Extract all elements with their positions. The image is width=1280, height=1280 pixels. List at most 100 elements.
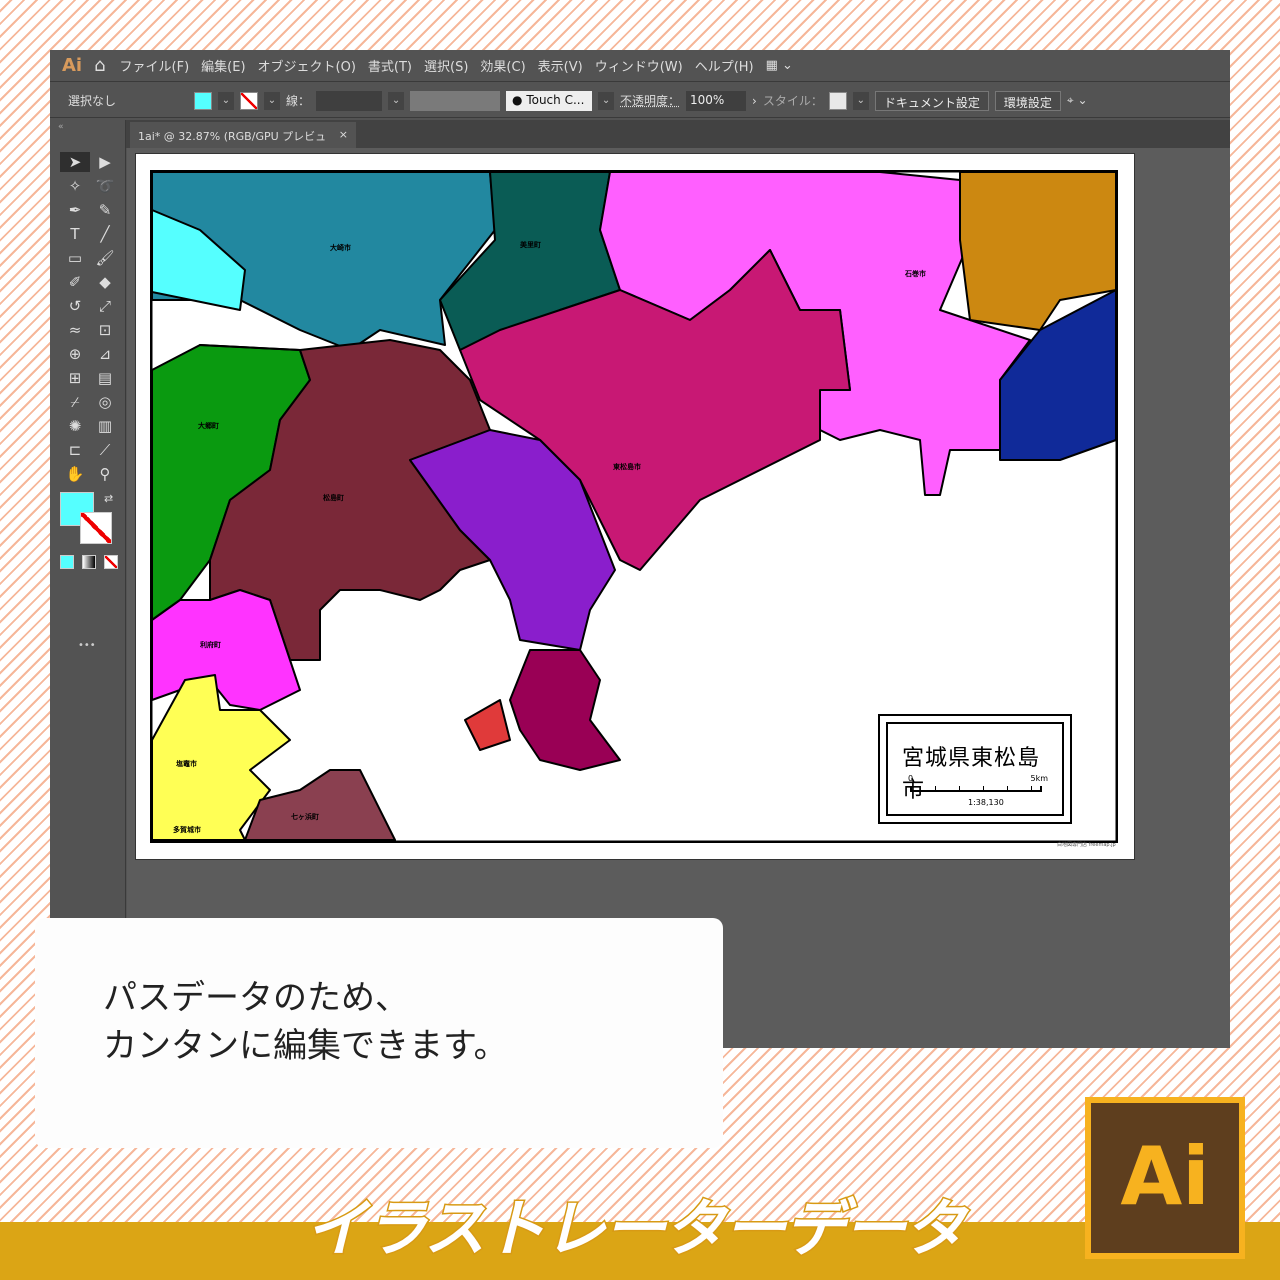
fill-dropdown[interactable]: ⌄ [218, 91, 234, 110]
slice-tool-icon[interactable]: ⟋ [90, 440, 120, 460]
caption-line-1: パスデータのため、 [103, 978, 409, 1018]
control-bar: 選択なし ⌄ ⌄ 線： ⌄ ● Touch C... ⌄ 不透明度： 100% … [50, 84, 1230, 118]
collapse-icon[interactable]: « [50, 120, 125, 134]
label-taigo: 大郷町 [198, 422, 219, 430]
brush-name: Touch C... [526, 92, 585, 107]
scale-ratio: 1:38,130 [968, 798, 1004, 807]
arrange-icon[interactable]: ⌖ ⌄ [1067, 93, 1088, 108]
variable-width-profile[interactable] [410, 90, 501, 111]
document-settings-button[interactable]: ドキュメント設定 [874, 90, 989, 111]
illustrator-logo-text: Ai [1091, 1103, 1239, 1253]
direct-selection-tool-icon[interactable]: ▶ [90, 152, 120, 172]
label-rifu: 利府町 [200, 641, 221, 649]
style-label: スタイル： [762, 94, 823, 108]
label-matsushima: 松島町 [323, 494, 344, 502]
stroke-dropdown[interactable]: ⌄ [264, 91, 280, 110]
edit-toolbar-icon[interactable]: ••• [78, 640, 96, 651]
lasso-tool-icon[interactable]: ➰ [90, 176, 120, 196]
stroke-weight-input[interactable] [316, 90, 383, 111]
scale-start: 0 [908, 774, 914, 783]
free-transform-tool-icon[interactable]: ⊡ [90, 320, 120, 340]
menu-bar: Ai ⌂ ファイル(F) 編集(E) オブジェクト(O) 書式(T) 選択(S)… [50, 50, 1230, 82]
gradient-mode-icon[interactable] [82, 555, 96, 569]
tools-panel: « ➤ ▶ ✧ ➰ ✒ ✎ T ╱ ▭ 🖌 ✐ ◆ ↺ ⤢ ≈ ⊡ ⊕ ⊿ ⊞ ▤ ⌿ ◎ ✺ ▥ ⊏ ⟋ ✋ ⚲ ⇄ ••• [50, 120, 126, 970]
magic-wand-tool-icon[interactable]: ✧ [60, 176, 90, 196]
menu-type[interactable]: 書式(T) [368, 56, 412, 75]
gradient-tool-icon[interactable]: ▤ [90, 368, 120, 388]
caption-line-2: カンタンに編集できます。 [103, 1026, 508, 1066]
home-icon[interactable]: ⌂ [94, 55, 105, 76]
map-title: 宮城県東松島市 [902, 746, 1041, 803]
illustrator-window: Ai ⌂ ファイル(F) 編集(E) オブジェクト(O) 書式(T) 選択(S)… [50, 50, 1230, 1048]
stroke-color-swatch[interactable] [80, 512, 112, 544]
legend-inner-frame: 宮城県東松島市 0 5km 1:38,130 [886, 722, 1064, 816]
stroke-swatch[interactable] [240, 91, 258, 110]
menu-file[interactable]: ファイル(F) [120, 56, 190, 75]
workspace-switcher-icon[interactable]: ▦ ⌄ [766, 58, 793, 73]
menu-window[interactable]: ウィンドウ(W) [595, 56, 683, 75]
symbol-sprayer-tool-icon[interactable]: ✺ [60, 416, 90, 436]
app-logo: Ai [62, 55, 83, 76]
graph-tool-icon[interactable]: ▥ [90, 416, 120, 436]
menu-object[interactable]: オブジェクト(O) [258, 56, 356, 75]
selection-status: 選択なし [68, 94, 117, 108]
menu-edit[interactable]: 編集(E) [201, 56, 245, 75]
menu-view[interactable]: 表示(V) [538, 56, 583, 75]
menu-help[interactable]: ヘルプ(H) [695, 56, 754, 75]
warp-tool-icon[interactable]: ≈ [60, 320, 90, 340]
color-mode-icon[interactable] [60, 555, 74, 569]
perspective-tool-icon[interactable]: ⊿ [90, 344, 120, 364]
label-shiogama: 塩竈市 [176, 760, 197, 768]
none-mode-icon[interactable] [104, 555, 118, 569]
artboard-tool-icon[interactable]: ⊏ [60, 440, 90, 460]
canvas-area[interactable]: 大崎市 美里町 石巻市 大郷町 松島町 東松島市 利府町 塩竈市 多賀城市 七ヶ… [127, 148, 1230, 1048]
menu-effect[interactable]: 効果(C) [480, 56, 525, 75]
label-osaki: 大崎市 [330, 244, 351, 252]
line-tool-icon[interactable]: ╱ [90, 224, 120, 244]
opacity-input[interactable]: 100% [686, 90, 747, 111]
opacity-label[interactable]: 不透明度： [620, 92, 680, 109]
shaper-tool-icon[interactable]: ✐ [60, 272, 90, 292]
tool-grid: ➤ ▶ ✧ ➰ ✒ ✎ T ╱ ▭ 🖌 ✐ ◆ ↺ ⤢ ≈ ⊡ ⊕ ⊿ ⊞ ▤ ⌿ ◎ ✺ ▥ ⊏ ⟋ ✋ ⚲ [60, 152, 120, 484]
rotate-tool-icon[interactable]: ↺ [60, 296, 90, 316]
document-tab-bar: 1ai* @ 32.87% (RGB/GPU プレビュー) × [126, 120, 1230, 159]
close-tab-icon[interactable]: × [339, 128, 348, 142]
zoom-tool-icon[interactable]: ⚲ [90, 464, 120, 484]
fill-swatch[interactable] [194, 91, 212, 110]
banner-title: イラストレーターデータ [304, 1191, 968, 1267]
illustrator-logo: Ai [1085, 1097, 1245, 1259]
blend-tool-icon[interactable]: ◎ [90, 392, 120, 412]
curvature-tool-icon[interactable]: ✎ [90, 200, 120, 220]
document-tab[interactable]: 1ai* @ 32.87% (RGB/GPU プレビュー) × [130, 122, 356, 159]
eyedropper-tool-icon[interactable]: ⌿ [60, 392, 90, 412]
type-tool-icon[interactable]: T [60, 224, 90, 244]
label-ishinomaki: 石巻市 [905, 270, 926, 278]
swap-colors-icon[interactable]: ⇄ [104, 492, 113, 505]
mesh-tool-icon[interactable]: ⊞ [60, 368, 90, 388]
stroke-label: 線： [286, 94, 311, 108]
selection-tool-icon[interactable]: ➤ [60, 152, 90, 172]
opacity-expand-icon[interactable]: › [752, 94, 757, 108]
label-tagajo: 多賀城市 [173, 826, 201, 834]
style-dropdown[interactable]: ⌄ [852, 91, 869, 110]
caption-card: パスデータのため、 カンタンに編集できます。 [35, 918, 723, 1148]
preferences-button[interactable]: 環境設定 [994, 90, 1061, 111]
rectangle-tool-icon[interactable]: ▭ [60, 248, 90, 268]
menu-select[interactable]: 選択(S) [424, 56, 468, 75]
paintbrush-tool-icon[interactable]: 🖌 [90, 248, 120, 268]
map-credit: 白地図専門店 freemap.jp [1057, 842, 1116, 848]
eraser-tool-icon[interactable]: ◆ [90, 272, 120, 292]
map-legend: 宮城県東松島市 0 5km 1:38,130 [878, 714, 1072, 824]
style-swatch[interactable] [828, 91, 847, 110]
pen-tool-icon[interactable]: ✒ [60, 200, 90, 220]
brush-select[interactable]: ● Touch C... [506, 90, 593, 111]
color-mode-buttons [60, 555, 118, 569]
shape-builder-tool-icon[interactable]: ⊕ [60, 344, 90, 364]
stroke-weight-dropdown[interactable]: ⌄ [388, 91, 405, 110]
label-misato: 美里町 [520, 241, 541, 249]
label-shichigahama: 七ヶ浜町 [291, 813, 319, 821]
scale-tool-icon[interactable]: ⤢ [90, 296, 120, 316]
brush-dropdown[interactable]: ⌄ [598, 91, 615, 110]
hand-tool-icon[interactable]: ✋ [60, 464, 90, 484]
document-tab-title: 1ai* @ 32.87% (RGB/GPU プレビュー) [138, 130, 327, 159]
